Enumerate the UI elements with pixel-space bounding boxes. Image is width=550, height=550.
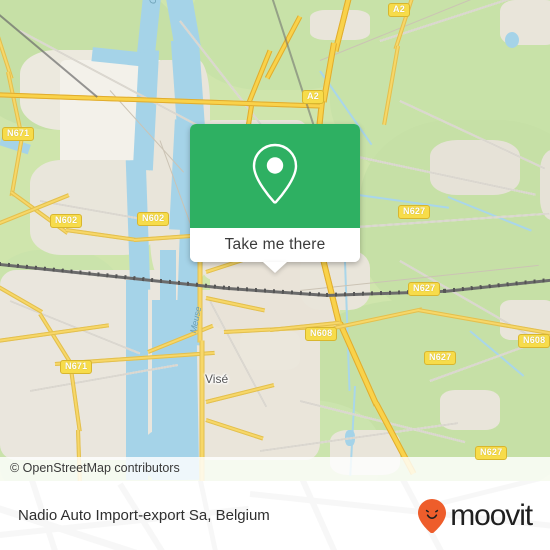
moovit-wordmark: moovit [450, 498, 533, 532]
road-shield: N608 [305, 327, 338, 341]
road-shield: N627 [424, 351, 457, 365]
water-label-canal: Canal [148, 0, 158, 4]
map-landuse [240, 330, 300, 370]
road-shield: N627 [475, 446, 508, 460]
road-shield: A2 [302, 90, 324, 104]
popup-image-area [190, 124, 360, 228]
road-shield: N671 [60, 360, 93, 374]
map-attribution: © OpenStreetMap contributors [0, 457, 550, 481]
road-shield: N627 [408, 282, 441, 296]
road-shield: N602 [50, 214, 83, 228]
popup-action-area[interactable]: Take me there [190, 228, 360, 262]
road-shield: N627 [398, 205, 431, 219]
place-label-vise: Visé [205, 372, 229, 386]
location-popup-card[interactable]: Take me there [190, 124, 360, 273]
road-shield: N671 [2, 127, 35, 141]
map-waterway [505, 32, 519, 48]
place-title: Nadio Auto Import-export Sa, Belgium [18, 507, 270, 524]
map-landuse [540, 150, 550, 220]
take-me-there-button[interactable]: Take me there [225, 236, 326, 254]
road-shield: N608 [518, 334, 550, 348]
road-shield: N602 [137, 212, 170, 226]
moovit-smiling-pin-icon [418, 498, 447, 533]
moovit-logo[interactable]: moovit [418, 498, 533, 533]
footer-bar: Nadio Auto Import-export Sa, Belgium moo… [0, 481, 550, 550]
road-shield: A2 [388, 3, 410, 17]
screenshot-root: Canal Meuse Visé © OpenStreetMap contrib… [0, 0, 550, 550]
map-pin-icon [249, 142, 301, 211]
popup-pointer-tail [263, 262, 287, 273]
